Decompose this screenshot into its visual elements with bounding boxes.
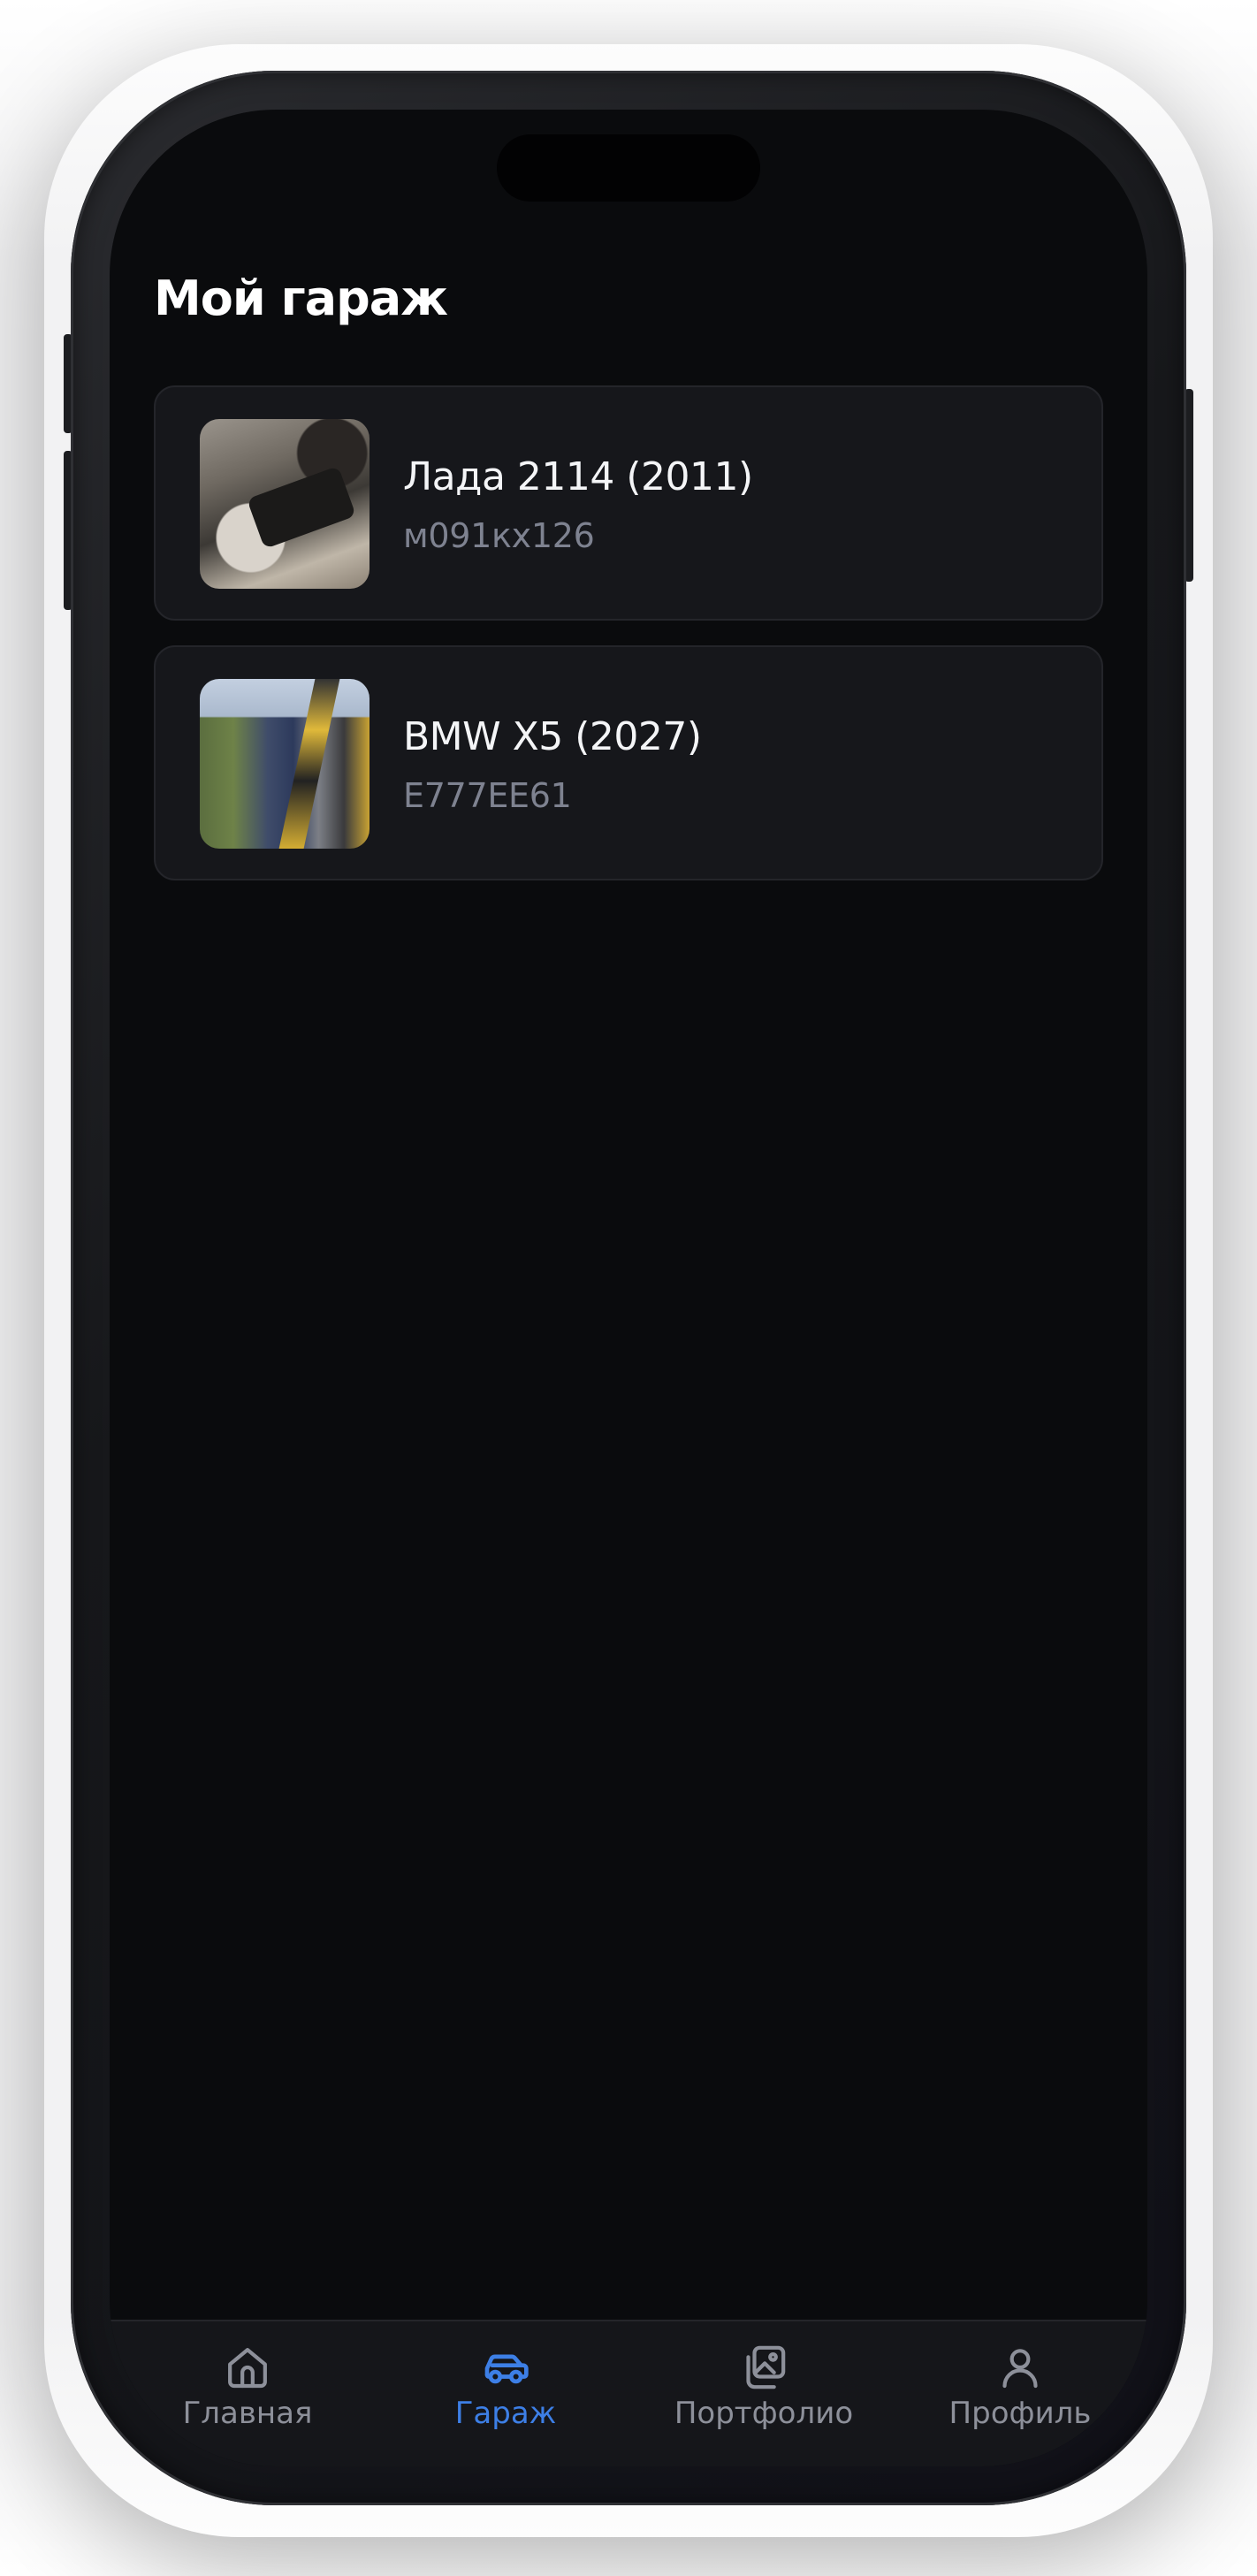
gallery-icon — [746, 2345, 786, 2389]
tab-portfolio-label: Портфолио — [674, 2396, 854, 2431]
tab-bar: Главная Гараж Портфолио Профиль — [110, 2320, 1147, 2466]
dynamic-island — [497, 134, 760, 202]
car-name: Лада 2114 (2011) — [403, 454, 753, 499]
canvas: Мой гараж Лада 2114 (2011) м091кх126 BMW… — [0, 0, 1257, 2576]
home-icon — [228, 2348, 267, 2389]
tab-profile[interactable]: Профиль — [905, 2343, 1135, 2449]
car-plate: м091кх126 — [403, 516, 595, 555]
user-icon — [1002, 2349, 1038, 2389]
tab-home-label: Главная — [182, 2396, 313, 2431]
car-photo — [200, 679, 369, 849]
car-icon — [484, 2354, 529, 2384]
tab-home[interactable]: Главная — [133, 2343, 362, 2449]
tab-garage-label: Гараж — [454, 2396, 557, 2431]
car-card[interactable]: BMW X5 (2027) E777EE61 — [154, 645, 1103, 880]
page-title: Мой гараж — [154, 271, 448, 326]
tab-profile-label: Профиль — [948, 2396, 1092, 2431]
tab-garage[interactable]: Гараж — [391, 2343, 621, 2449]
car-plate: E777EE61 — [403, 776, 572, 815]
tab-portfolio[interactable]: Портфолио — [649, 2343, 879, 2449]
app-screen: Мой гараж Лада 2114 (2011) м091кх126 BMW… — [110, 110, 1147, 2466]
car-photo — [200, 419, 369, 589]
car-list: Лада 2114 (2011) м091кх126 BMW X5 (2027)… — [154, 385, 1103, 905]
car-name: BMW X5 (2027) — [403, 714, 702, 759]
car-card[interactable]: Лада 2114 (2011) м091кх126 — [154, 385, 1103, 621]
